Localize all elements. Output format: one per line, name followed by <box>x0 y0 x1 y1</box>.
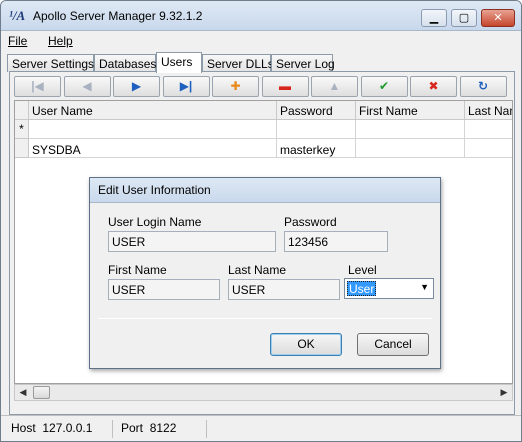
scroll-thumb[interactable] <box>33 386 50 399</box>
level-selected-value: User <box>347 281 377 296</box>
insert-record-button[interactable]: ✚ <box>212 76 259 97</box>
delete-record-icon: ▬ <box>279 79 291 93</box>
cell-password[interactable]: masterkey <box>277 139 356 158</box>
delete-record-button[interactable]: ▬ <box>261 76 309 97</box>
last-name-label: Last Name <box>228 263 287 277</box>
port-label: Port <box>121 421 144 435</box>
row-indicator: * <box>15 120 29 139</box>
tab-users[interactable]: Users <box>156 52 202 73</box>
status-host: Host 127.0.0.1 <box>5 420 113 438</box>
cell-last-name[interactable] <box>465 139 512 158</box>
dialog-divider <box>98 318 432 319</box>
cell-user-name[interactable]: SYSDBA <box>29 139 277 158</box>
minimize-button[interactable]: ▁ <box>421 9 447 27</box>
window-title: Apollo Server Manager 9.32.1.2 <box>33 9 203 23</box>
post-edit-button[interactable]: ✔ <box>360 76 408 97</box>
column-header-last-name[interactable]: Last Nam <box>465 101 512 120</box>
chevron-down-icon[interactable]: ▼ <box>420 282 429 292</box>
maximize-icon: ▢ <box>458 12 470 24</box>
indicator-header <box>15 101 29 120</box>
column-header-password[interactable]: Password <box>277 101 356 120</box>
cell-last-name[interactable] <box>465 120 512 139</box>
refresh-data-icon: ↻ <box>477 79 489 93</box>
last-name-field[interactable]: USER <box>228 279 340 300</box>
tab-server-settings[interactable]: Server Settings <box>7 54 94 72</box>
dialog-title[interactable]: Edit User Information <box>90 178 440 203</box>
edit-record-icon: ▲ <box>328 79 341 93</box>
first-record-button[interactable]: |◀ <box>14 76 61 97</box>
insert-record-icon: ✚ <box>230 79 241 93</box>
cell-password[interactable] <box>277 120 356 139</box>
tab-server-dlls[interactable]: Server DLLs <box>202 54 274 72</box>
maximize-button[interactable]: ▢ <box>451 9 477 27</box>
first-record-icon: |◀ <box>31 79 44 93</box>
cell-first-name[interactable] <box>356 120 465 139</box>
status-bar: Host 127.0.0.1 Port 8122 <box>1 415 521 441</box>
cell-first-name[interactable] <box>356 139 465 158</box>
edit-user-dialog: Edit User Information User Login Name US… <box>89 177 441 369</box>
prior-record-button[interactable]: ◀ <box>63 76 111 97</box>
host-value: 127.0.0.1 <box>42 421 93 435</box>
menu-bar: File Help <box>1 32 521 50</box>
user-login-name-field[interactable]: USER <box>108 231 276 252</box>
minimize-icon: ▁ <box>429 12 439 24</box>
ok-button[interactable]: OK <box>270 333 342 356</box>
menu-file-label: File <box>8 34 28 48</box>
scroll-right-icon[interactable]: ▶ <box>496 385 512 400</box>
menu-help[interactable]: Help <box>48 34 73 48</box>
level-label: Level <box>348 263 377 277</box>
app-logo-icon: ¹/A <box>9 8 26 23</box>
tab-server-log[interactable]: Server Log <box>271 54 335 72</box>
host-label: Host <box>11 421 36 435</box>
next-record-button[interactable]: ▶ <box>113 76 160 97</box>
user-login-name-label: User Login Name <box>108 215 202 229</box>
close-button[interactable]: ✕ <box>481 9 515 27</box>
last-record-icon: ▶| <box>179 79 193 93</box>
first-name-label: First Name <box>108 263 167 277</box>
level-dropdown[interactable]: User ▼ <box>344 278 434 299</box>
edit-record-button[interactable]: ▲ <box>311 76 358 97</box>
prior-record-icon: ◀ <box>82 79 92 93</box>
close-icon: ✕ <box>493 12 503 24</box>
next-record-icon: ▶ <box>131 79 142 93</box>
scroll-left-icon[interactable]: ◀ <box>15 385 31 400</box>
row-indicator <box>15 139 29 158</box>
cell-user-name[interactable] <box>29 120 277 139</box>
password-label: Password <box>284 215 337 229</box>
first-name-field[interactable]: USER <box>108 279 220 300</box>
cancel-edit-icon: ✖ <box>428 79 439 93</box>
password-field[interactable]: 123456 <box>284 231 388 252</box>
column-header-first-name[interactable]: First Name <box>356 101 465 120</box>
post-edit-icon: ✔ <box>378 79 390 93</box>
cancel-button[interactable]: Cancel <box>357 333 429 356</box>
menu-help-label: Help <box>48 34 73 48</box>
cancel-edit-button[interactable]: ✖ <box>410 76 457 97</box>
port-value: 8122 <box>149 421 177 435</box>
tab-databases[interactable]: Databases <box>94 54 156 72</box>
column-header-user-name[interactable]: User Name <box>29 101 277 120</box>
refresh-data-button[interactable]: ↻ <box>459 76 507 97</box>
horizontal-scrollbar[interactable]: ◀ ▶ <box>14 384 513 401</box>
title-bar[interactable]: ¹/A Apollo Server Manager 9.32.1.2 ▁ ▢ ✕ <box>1 1 521 31</box>
status-port: Port 8122 <box>115 420 207 438</box>
last-record-button[interactable]: ▶| <box>162 76 210 97</box>
menu-file[interactable]: File <box>8 34 27 48</box>
